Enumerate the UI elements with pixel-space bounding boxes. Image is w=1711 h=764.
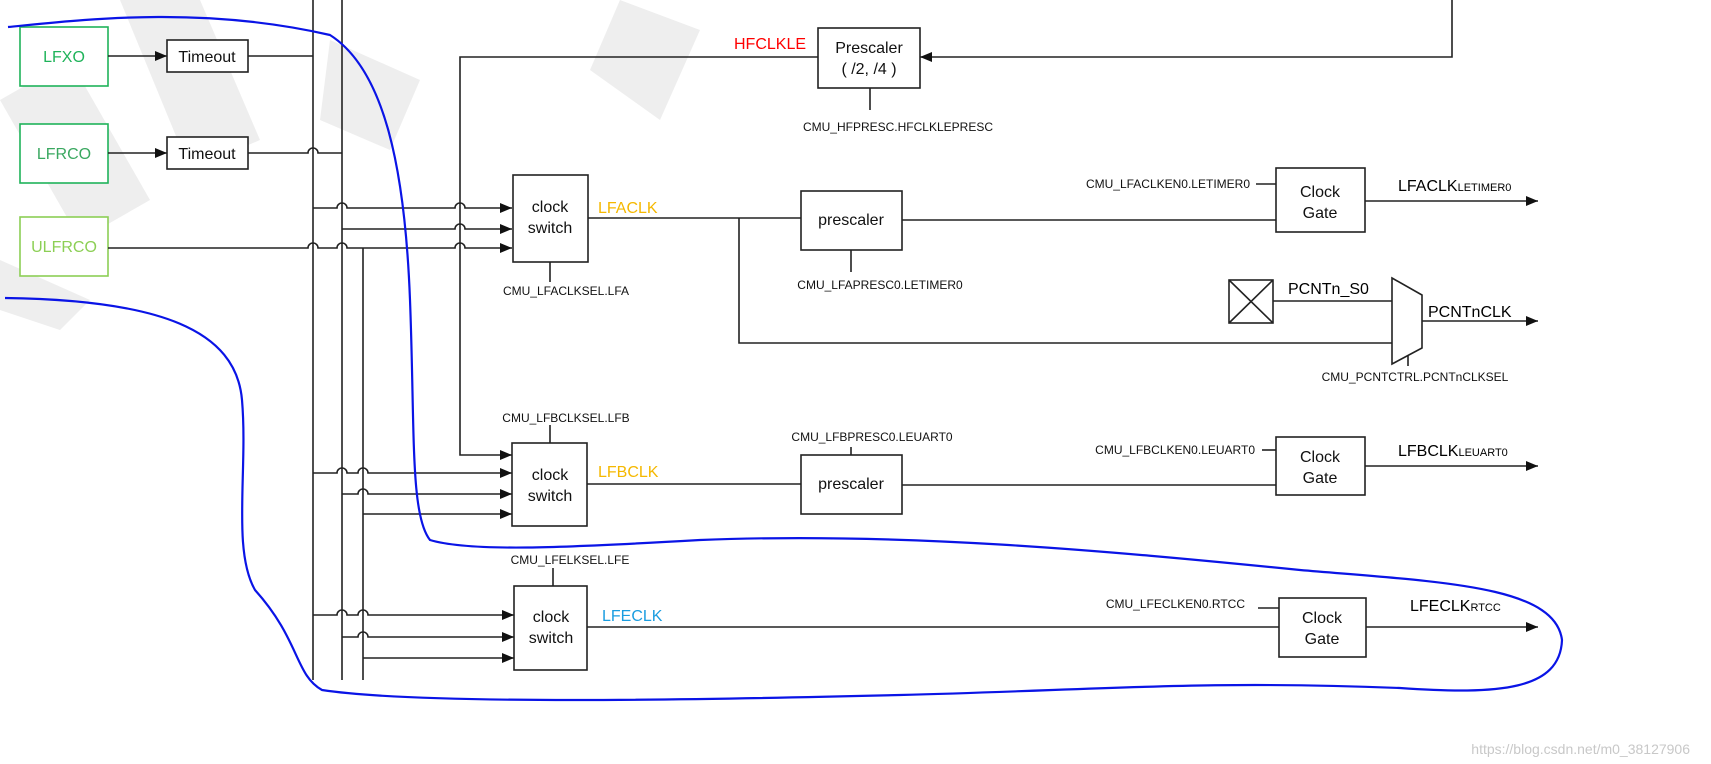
lfa-presc-register-label: CMU_LFAPRESC0.LETIMER0 bbox=[797, 278, 963, 292]
timeout-label: Timeout bbox=[178, 49, 236, 66]
clock-gate-label: Clock bbox=[1302, 610, 1343, 627]
hfclkle-register-label: CMU_HFPRESC.HFCLKLEPRESC bbox=[803, 120, 993, 134]
prescaler-label: Prescaler bbox=[835, 40, 903, 57]
lfb-clock-gate: Clock Gate bbox=[1275, 436, 1366, 496]
clock-switch-label: clock bbox=[532, 199, 569, 216]
watermark-text: https://blog.csdn.net/m0_38127906 bbox=[1471, 741, 1690, 757]
clock-switch-label: switch bbox=[529, 630, 573, 647]
prescaler-label: prescaler bbox=[818, 476, 884, 493]
lfbclk-signal-label: LFBCLK bbox=[598, 464, 659, 481]
lfrco-label: LFRCO bbox=[37, 146, 91, 163]
ulfrco-label: ULFRCO bbox=[31, 239, 97, 256]
clock-switch-label: switch bbox=[528, 488, 572, 505]
lfbclk-leuart0-output-label: LFBCLKLEUART0 bbox=[1398, 443, 1508, 460]
clock-gate-label: Gate bbox=[1303, 205, 1338, 222]
lfa-clock-switch: clock switch bbox=[512, 174, 589, 263]
lfa-prescaler: prescaler bbox=[800, 190, 903, 251]
lfb-clock-switch: clock switch bbox=[511, 442, 588, 527]
lfb-presc-register-label: CMU_LFBPRESC0.LEUART0 bbox=[791, 430, 952, 444]
pcnt-mux bbox=[1391, 276, 1423, 366]
hfclkle-signal-label: HFCLKLE bbox=[734, 36, 806, 53]
pcnt-pin-label: PCNTn_S0 bbox=[1288, 281, 1369, 298]
timeout-lfrco: Timeout bbox=[166, 136, 249, 170]
clock-switch-label: switch bbox=[528, 220, 572, 237]
clock-switch-label: clock bbox=[533, 609, 570, 626]
lfaclk-signal-label: LFACLK bbox=[598, 200, 658, 217]
pcntnclk-output-label: PCNTnCLK bbox=[1428, 304, 1512, 321]
lfa-sel-register-label: CMU_LFACLKSEL.LFA bbox=[503, 284, 629, 298]
lfa-clock-gate: Clock Gate bbox=[1275, 167, 1366, 233]
timeout-lfxo: Timeout bbox=[166, 39, 249, 73]
lfe-sel-register-label: CMU_LFELKSEL.LFE bbox=[511, 553, 630, 567]
lfxo-label: LFXO bbox=[43, 49, 85, 66]
lfa-en-register-label: CMU_LFACLKEN0.LETIMER0 bbox=[1086, 177, 1250, 191]
clock-tree-diagram: LFXO LFRCO ULFRCO Timeout Timeout Presca… bbox=[0, 0, 1690, 757]
clock-gate-label: Clock bbox=[1300, 184, 1341, 201]
prescaler-label: prescaler bbox=[818, 212, 884, 229]
lfb-en-register-label: CMU_LFBCLKEN0.LEUART0 bbox=[1095, 443, 1255, 457]
clock-gate-label: Gate bbox=[1303, 470, 1338, 487]
lfeclk-signal-label: LFECLK bbox=[602, 608, 663, 625]
lfb-prescaler: prescaler bbox=[800, 454, 903, 515]
clock-gate-label: Gate bbox=[1305, 631, 1340, 648]
clock-gate-label: Clock bbox=[1300, 449, 1341, 466]
pcnt-pin-icon bbox=[1228, 279, 1274, 324]
lfe-clock-gate: Clock Gate bbox=[1278, 597, 1367, 658]
source-lfxo: LFXO bbox=[19, 26, 109, 87]
timeout-label: Timeout bbox=[178, 146, 236, 163]
lfb-sel-register-label: CMU_LFBCLKSEL.LFB bbox=[502, 411, 629, 425]
hfclkle-prescaler: Prescaler ( /2, /4 ) bbox=[817, 27, 921, 89]
lfe-clock-switch: clock switch bbox=[513, 585, 588, 671]
prescaler-ratio-label: ( /2, /4 ) bbox=[841, 61, 896, 78]
lfeclk-rtcc-output-label: LFECLKRTCC bbox=[1410, 598, 1501, 615]
pcnt-sel-register-label: CMU_PCNTCTRL.PCNTnCLKSEL bbox=[1322, 370, 1509, 384]
lfaclk-letimer0-output-label: LFACLKLETIMER0 bbox=[1398, 178, 1511, 195]
source-ulfrco: ULFRCO bbox=[19, 216, 109, 277]
source-lfrco: LFRCO bbox=[19, 123, 109, 184]
lfe-en-register-label: CMU_LFECLKEN0.RTCC bbox=[1106, 597, 1245, 611]
clock-switch-label: clock bbox=[532, 467, 569, 484]
